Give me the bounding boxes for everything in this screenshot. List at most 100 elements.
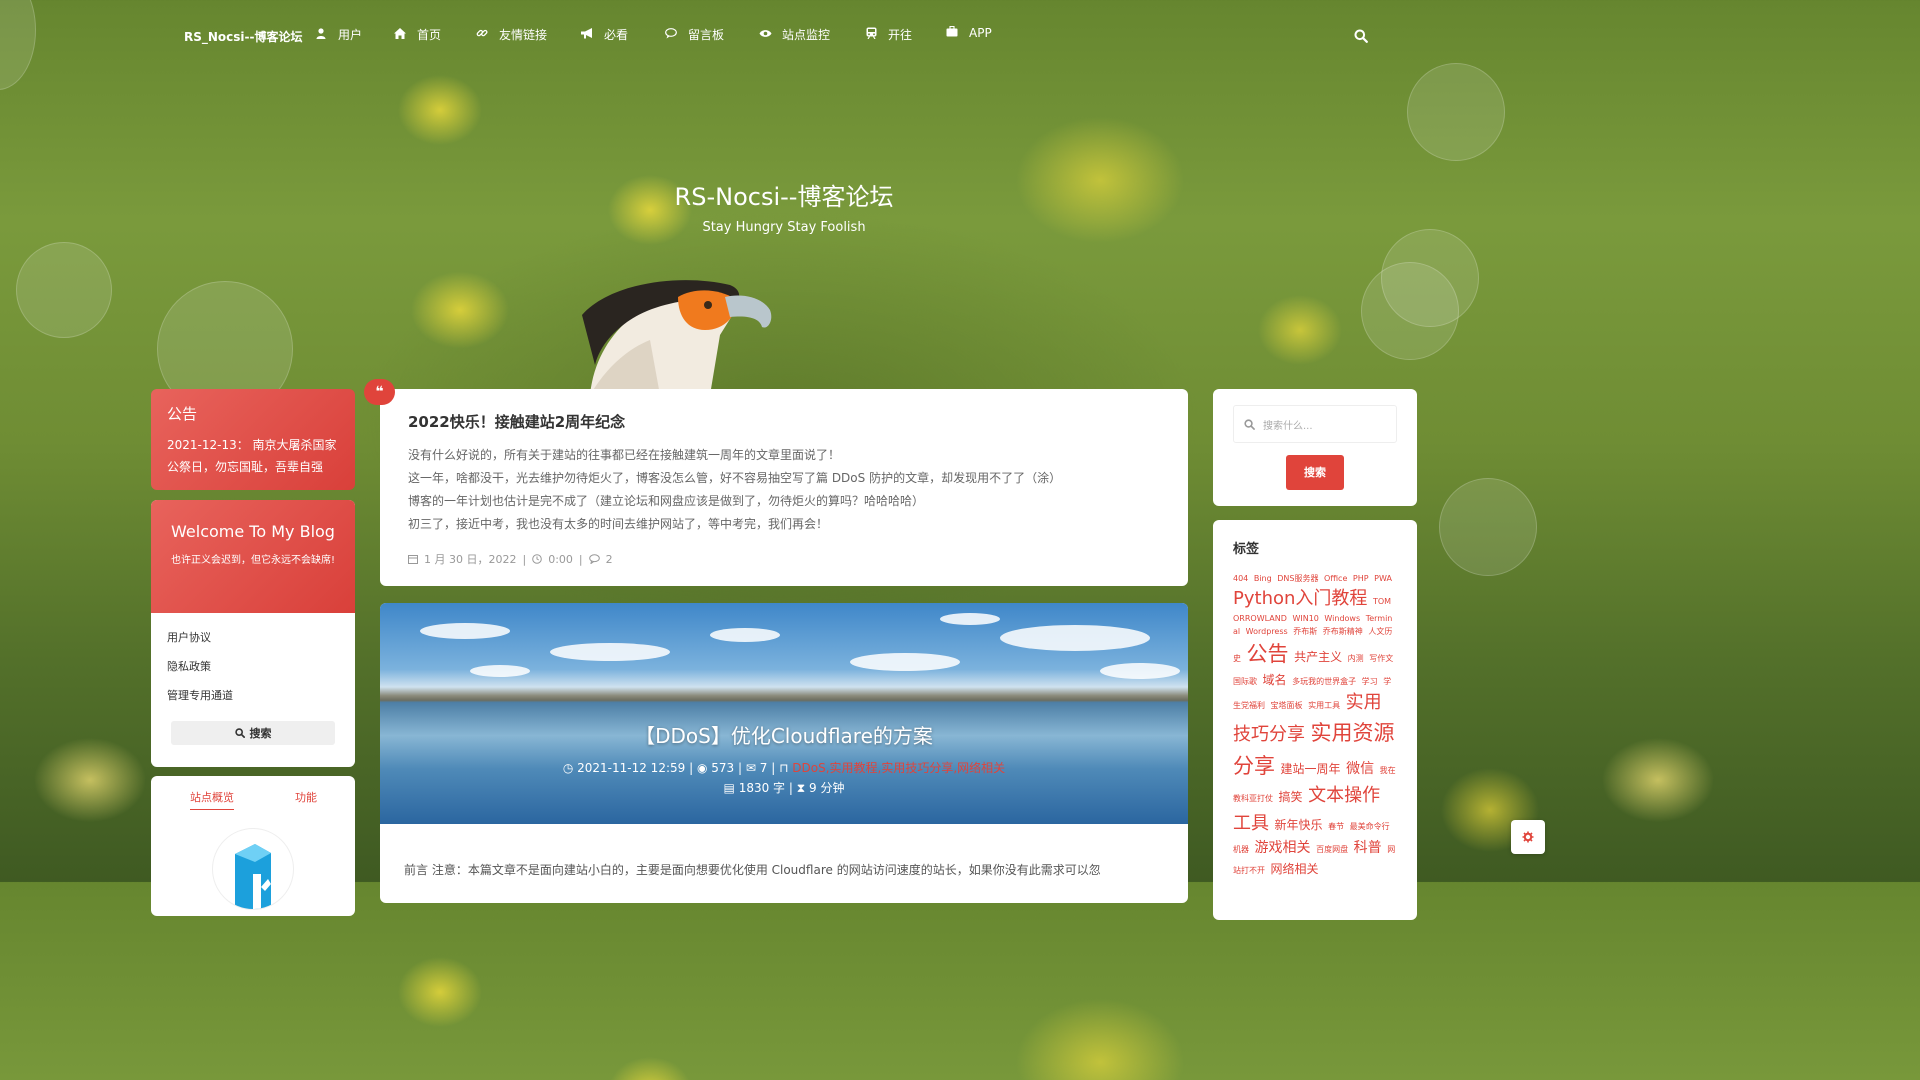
comments-icon: ✉ — [745, 761, 756, 775]
tag-link[interactable]: DNS服务器 — [1277, 574, 1318, 583]
bookmark-icon: ⊓ — [779, 761, 789, 775]
post-title[interactable]: 【DDoS】优化Cloudflare的方案 — [380, 720, 1188, 749]
tag-link[interactable]: 内测 — [1348, 654, 1364, 663]
site-brand[interactable]: RS_Nocsi--博客论坛 — [184, 28, 303, 45]
nav-item-label: APP — [969, 26, 992, 40]
tag-link[interactable]: 新年快乐 — [1275, 818, 1323, 832]
tag-link[interactable]: 科普 — [1354, 840, 1382, 856]
clock-icon — [532, 554, 543, 564]
tab-site-overview[interactable]: 站点概览 — [190, 789, 234, 810]
tag-cloud: 404 Bing DNS服务器 Office PHP PWA Python入门教… — [1233, 573, 1397, 878]
welcome-links: 用户协议 隐私政策 管理专用通道 — [151, 613, 355, 716]
post-read-time: 9 分钟 — [809, 781, 845, 795]
tag-link[interactable]: Python入门教程 — [1233, 588, 1367, 609]
tag-link[interactable]: 实用工具 — [1308, 701, 1340, 710]
cloud-shape — [710, 628, 780, 642]
tag-link[interactable]: 网络相关 — [1271, 862, 1319, 876]
search-widget: 搜索什么... 搜索 — [1213, 389, 1417, 506]
tag-link[interactable]: Office — [1324, 574, 1347, 583]
eye-icon — [758, 28, 772, 41]
bullhorn-icon — [580, 27, 594, 42]
tag-link[interactable]: 百度网盘 — [1316, 845, 1348, 854]
nav-item-guestbook[interactable]: 留言板 — [664, 26, 724, 43]
hourglass-icon: ⧗ — [796, 781, 806, 795]
nav-item-home[interactable]: 首页 — [393, 26, 441, 43]
nav-item-app[interactable]: APP — [945, 25, 992, 40]
post-views: 573 — [711, 761, 735, 775]
top-nav: RS_Nocsi--博客论坛 用户 首页 友情链接 必看 留言板 站点监控 开往… — [0, 0, 1568, 70]
post-line: 博客的一年计划也估计是完不成了（建立论坛和网盘应该是做到了，勿待炬火的算吗？哈哈… — [408, 494, 925, 508]
link-admin-channel[interactable]: 管理专用通道 — [167, 687, 339, 716]
nav-item-label: 开往 — [888, 28, 913, 42]
calendar-icon — [408, 555, 418, 564]
cloud-shape — [940, 613, 1000, 625]
post-tags[interactable]: DDoS,实用教程,实用技巧分享,网络相关 — [792, 761, 1005, 775]
nav-item-links[interactable]: 友情链接 — [475, 26, 547, 43]
train-icon — [864, 27, 878, 42]
sidebar-search-button[interactable]: 搜索 — [171, 721, 335, 745]
tag-link[interactable]: 春节 — [1328, 822, 1344, 831]
nav-item-must-read[interactable]: 必看 — [580, 26, 628, 43]
tag-link[interactable]: 建站一周年 — [1281, 762, 1341, 776]
tag-link[interactable]: PWA — [1374, 574, 1392, 583]
tag-link[interactable]: 乔布斯精神 — [1323, 627, 1363, 636]
nav-item-travel[interactable]: 开往 — [864, 26, 912, 43]
tag-link[interactable]: 最美命令行 — [1350, 822, 1390, 831]
tag-link[interactable]: 域名 — [1263, 673, 1287, 687]
link-user-agreement[interactable]: 用户协议 — [167, 629, 339, 658]
tag-link[interactable]: 游戏相关 — [1255, 840, 1311, 856]
cloud-shape — [470, 665, 530, 677]
sticky-quote-badge: ❝ — [364, 379, 395, 405]
bokeh-bubble — [16, 242, 112, 338]
tag-link[interactable]: 学习 — [1362, 677, 1378, 686]
tag-link[interactable]: Windows — [1324, 614, 1360, 623]
tag-link[interactable]: 微信 — [1346, 761, 1374, 777]
tag-link[interactable]: 搞笑 — [1279, 790, 1303, 804]
tags-title: 标签 — [1233, 542, 1260, 557]
tag-link[interactable]: 写作文 — [1369, 654, 1393, 663]
cloud-shape — [550, 643, 670, 661]
notice-text: 2021-12-13： 南京大屠杀国家公祭日，勿忘国耻，吾辈自强 — [167, 438, 337, 474]
search-button[interactable]: 搜索 — [1286, 455, 1344, 490]
tag-link[interactable]: 乔布斯 — [1293, 627, 1317, 636]
post-body: 没有什么好说的，所有关于建站的往事都已经在接触建筑一周年的文章里面说了！ 这一年… — [408, 444, 1160, 536]
tag-link[interactable]: 公告 — [1247, 642, 1289, 666]
site-logo — [212, 828, 294, 910]
tag-link[interactable]: PHP — [1353, 574, 1369, 583]
tag-link[interactable]: 共产主义 — [1294, 650, 1342, 664]
tag-link[interactable]: 国际歌 — [1233, 677, 1257, 686]
nav-item-label: 留言板 — [688, 28, 725, 42]
post-title[interactable]: 2022快乐！接触建站2周年纪念 — [408, 411, 1160, 432]
post-line: 初三了，接近中考，我也没有太多的时间去维护网站了，等中考完，我们再会！ — [408, 517, 829, 531]
post-date: 1 月 30 日，2022 — [424, 553, 517, 566]
meta-separator: | — [522, 552, 527, 566]
cloud-shape — [1000, 625, 1150, 651]
clock-icon: ◷ — [562, 761, 574, 775]
nav-item-label: 友情链接 — [499, 28, 548, 42]
user-icon — [314, 27, 328, 42]
post-comment-count[interactable]: 7 — [760, 761, 768, 775]
tab-functions[interactable]: 功能 — [295, 789, 317, 805]
post-comment-count[interactable]: 2 — [606, 553, 613, 566]
nav-search-button[interactable] — [1354, 28, 1370, 44]
tag-link[interactable]: 404 — [1233, 574, 1248, 583]
meta-separator: | — [771, 761, 780, 775]
settings-button[interactable] — [1511, 820, 1545, 854]
nav-item-label: 站点监控 — [782, 28, 831, 42]
post-date: 2021-11-12 12:59 — [577, 761, 686, 775]
site-overview-card: 站点概览 功能 — [151, 776, 355, 916]
tag-link[interactable]: 机器 — [1233, 845, 1249, 854]
notice-card: 公告 2021-12-13： 南京大屠杀国家公祭日，勿忘国耻，吾辈自强 — [151, 389, 355, 490]
nav-item-label: 首页 — [417, 28, 442, 42]
post-meta: 1 月 30 日，2022 | 0:00 | 2 — [408, 551, 613, 567]
meta-separator: | — [738, 761, 746, 775]
tag-link[interactable]: Wordpress — [1246, 627, 1288, 636]
tag-link[interactable]: Bing — [1254, 574, 1272, 583]
nav-item-monitor[interactable]: 站点监控 — [758, 26, 830, 43]
tag-link[interactable]: WIN10 — [1292, 614, 1318, 623]
search-input[interactable]: 搜索什么... — [1233, 405, 1397, 443]
tag-link[interactable]: 宝塔面板 — [1271, 701, 1303, 710]
tag-link[interactable]: 多玩我的世界盒子 — [1292, 677, 1356, 686]
nav-item-user[interactable]: 用户 — [314, 26, 362, 43]
link-privacy-policy[interactable]: 隐私政策 — [167, 658, 339, 687]
